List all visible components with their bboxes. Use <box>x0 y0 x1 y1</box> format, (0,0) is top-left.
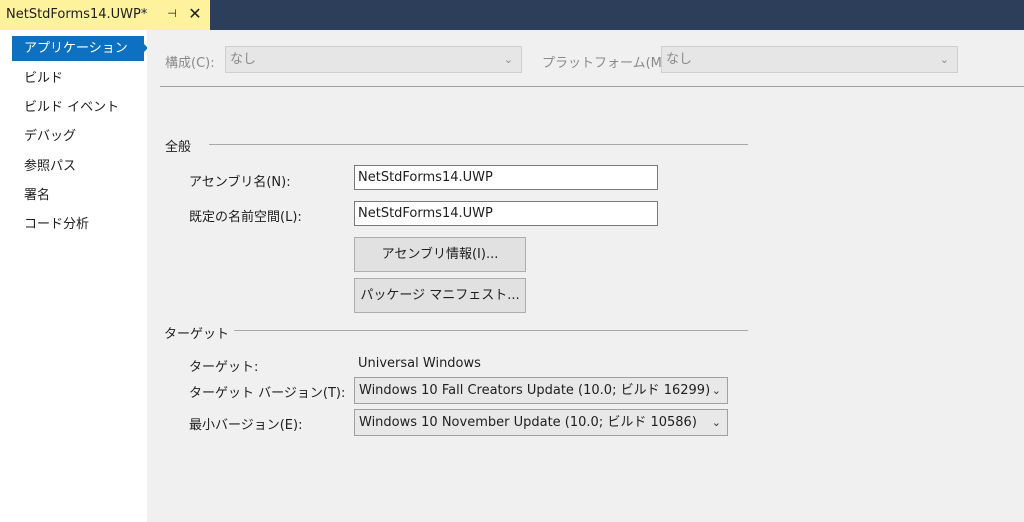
config-divider <box>160 86 1024 87</box>
default-namespace-field[interactable]: NetStdForms14.UWP <box>354 201 658 226</box>
package-manifest-button[interactable]: パッケージ マニフェスト... <box>354 278 526 313</box>
assembly-info-button[interactable]: アセンブリ情報(I)... <box>354 237 526 272</box>
platform-dropdown[interactable]: なし ⌄ <box>661 46 958 73</box>
configuration-dropdown[interactable]: なし ⌄ <box>225 46 522 73</box>
target-heading: ターゲット <box>164 327 230 342</box>
sidebar: アプリケーション ビルド ビルド イベント デバッグ 参照パス 署名 コード分析 <box>0 30 147 522</box>
general-section-line <box>209 144 748 145</box>
target-value: Universal Windows <box>358 356 481 371</box>
sidebar-item-reference-paths[interactable]: 参照パス <box>12 154 144 179</box>
chevron-down-icon: ⌄ <box>503 53 513 66</box>
target-version-value: Windows 10 Fall Creators Update (10.0; ビ… <box>359 383 711 398</box>
document-tab[interactable]: NetStdForms14.UWP* ⊣ ✕ <box>0 0 210 30</box>
configuration-label: 構成(C): <box>165 56 215 71</box>
sidebar-item-application[interactable]: アプリケーション <box>12 36 144 61</box>
sidebar-item-code-analysis[interactable]: コード分析 <box>12 212 144 237</box>
sidebar-item-build-events[interactable]: ビルド イベント <box>12 95 144 120</box>
target-version-label: ターゲット バージョン(T): <box>189 386 346 401</box>
document-tab-title: NetStdForms14.UWP* <box>6 7 148 22</box>
default-namespace-label: 既定の名前空間(L): <box>189 210 302 225</box>
target-version-dropdown[interactable]: Windows 10 Fall Creators Update (10.0; ビ… <box>354 377 728 404</box>
close-icon[interactable]: ✕ <box>186 5 204 23</box>
document-tab-bar: NetStdForms14.UWP* ⊣ ✕ <box>0 0 1024 30</box>
min-version-dropdown[interactable]: Windows 10 November Update (10.0; ビルド 10… <box>354 409 728 436</box>
min-version-value: Windows 10 November Update (10.0; ビルド 10… <box>359 415 697 430</box>
sidebar-item-build[interactable]: ビルド <box>12 66 144 91</box>
target-label: ターゲット: <box>189 360 259 375</box>
assembly-name-field[interactable]: NetStdForms14.UWP <box>354 165 658 190</box>
target-section-line <box>234 330 748 331</box>
platform-value: なし <box>666 52 693 67</box>
sidebar-item-debug[interactable]: デバッグ <box>12 124 144 149</box>
main-content: 構成(C): なし ⌄ プラットフォーム(M): なし ⌄ 全般 アセンブリ名(… <box>147 30 1024 522</box>
pin-icon[interactable]: ⊣ <box>165 6 179 22</box>
chevron-down-icon: ⌄ <box>711 384 721 397</box>
general-heading: 全般 <box>165 140 192 155</box>
chevron-down-icon: ⌄ <box>711 416 721 429</box>
min-version-label: 最小バージョン(E): <box>189 418 303 433</box>
configuration-value: なし <box>230 52 257 67</box>
platform-label: プラットフォーム(M): <box>542 56 672 71</box>
sidebar-item-signing[interactable]: 署名 <box>12 183 144 208</box>
assembly-name-label: アセンブリ名(N): <box>189 175 291 190</box>
chevron-down-icon: ⌄ <box>939 53 949 66</box>
